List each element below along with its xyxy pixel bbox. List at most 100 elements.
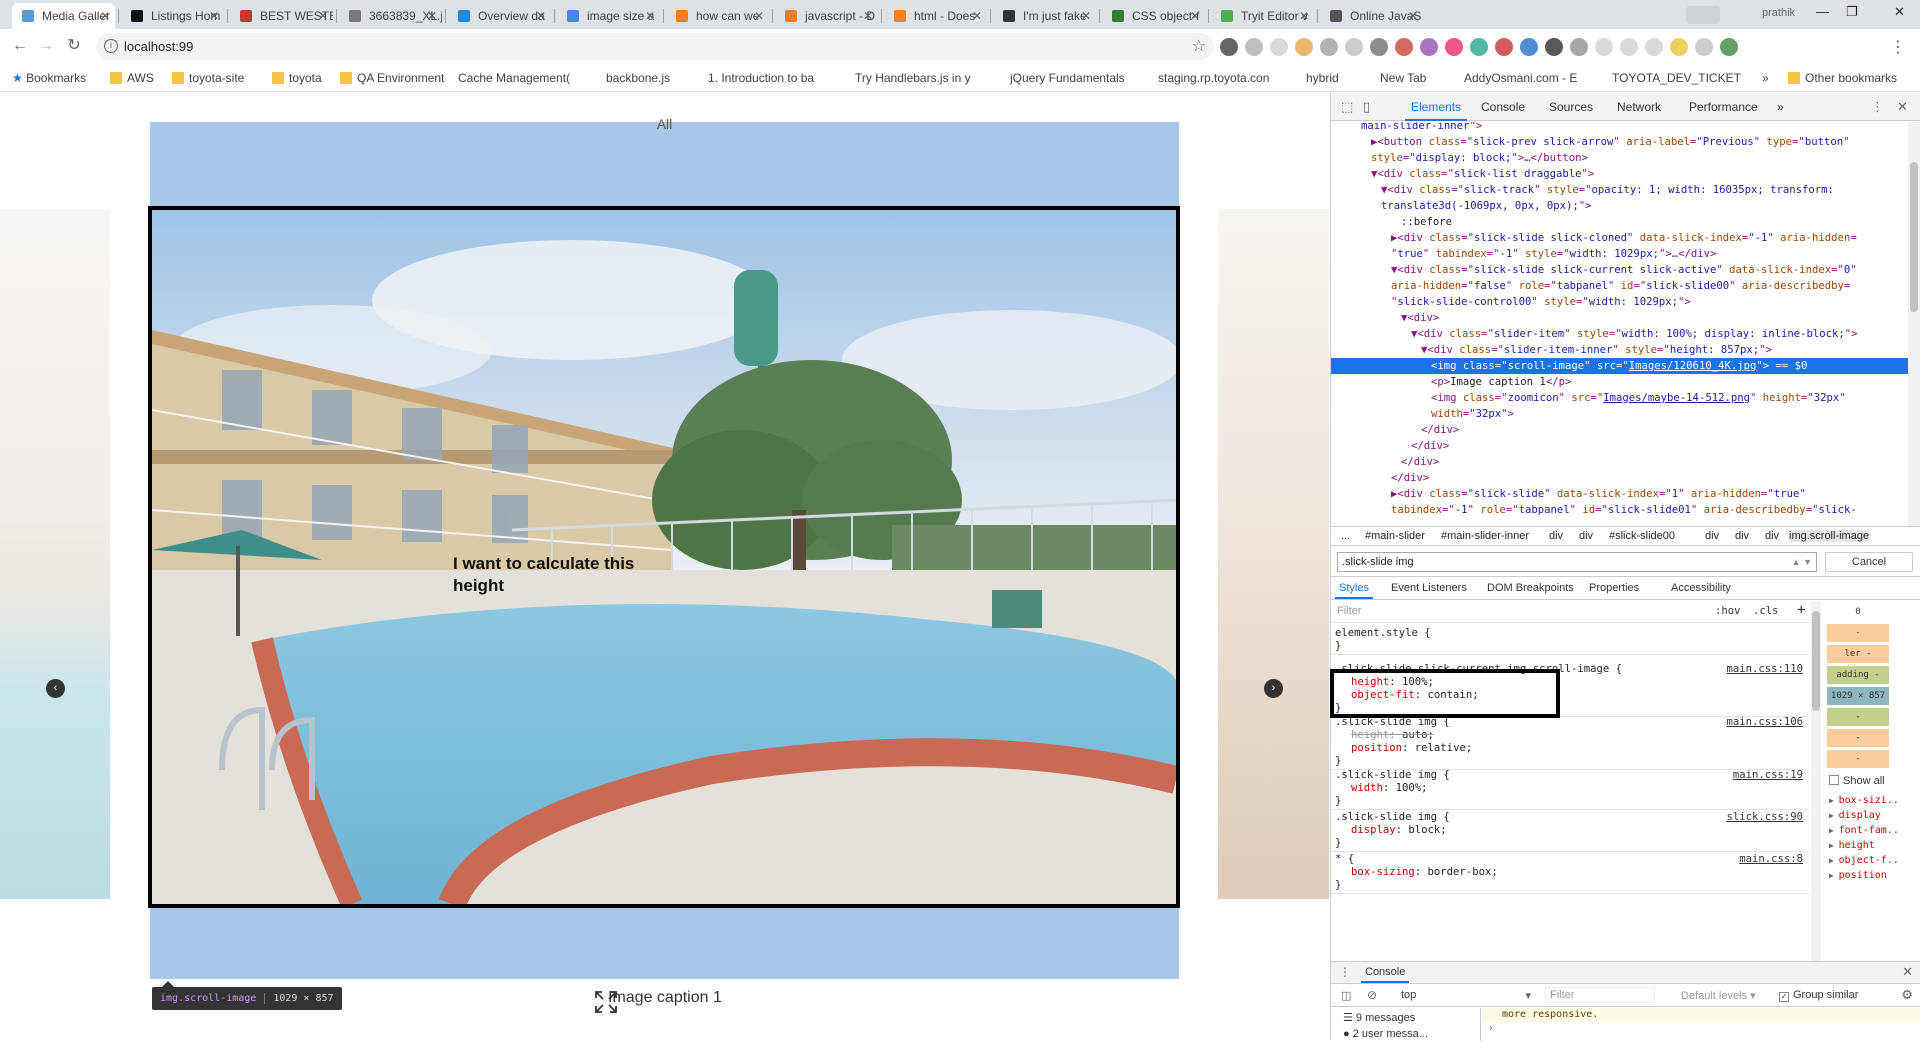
tab-close-icon[interactable]: ✕ — [427, 3, 437, 29]
extension-icon[interactable] — [1595, 38, 1613, 56]
close-window-icon[interactable]: ✕ — [1894, 4, 1905, 20]
bookmark-page[interactable]: TOYOTA_DEV_TICKET — [1612, 71, 1741, 176]
gallery-filter-label[interactable]: All — [150, 116, 1179, 132]
url-text[interactable]: localhost:99 — [124, 39, 193, 54]
dom-node-line[interactable]: "true" tabindex="-1" style="width: 1029p… — [1331, 246, 1909, 262]
dom-node-line[interactable]: ▼<div class="slick-slide slick-current s… — [1331, 262, 1909, 278]
extension-icon[interactable] — [1570, 38, 1588, 56]
tab-close-icon[interactable]: ✕ — [972, 3, 982, 29]
css-rule[interactable]: * {main.css:8 box-sizing: border-box;} — [1331, 851, 1809, 894]
extension-icon[interactable] — [1720, 38, 1738, 56]
dom-node-line[interactable]: </div> — [1331, 454, 1909, 470]
css-selector[interactable]: .slick-slide img { — [1335, 769, 1450, 782]
bookmark-page[interactable]: staging.rp.toyota.con — [1158, 71, 1269, 176]
tab-close-icon[interactable]: ✕ — [863, 3, 873, 29]
class-toggle[interactable]: .cls — [1753, 605, 1779, 617]
dom-node-line[interactable]: tabindex="-1" role="tabpanel" id="slick-… — [1331, 502, 1909, 518]
console-drawer-tab[interactable]: Console — [1360, 966, 1410, 983]
bookmark-page[interactable]: AddyOsmani.com - E — [1464, 71, 1577, 176]
css-selector[interactable]: * { — [1335, 853, 1354, 866]
css-source-link[interactable]: slick.css:90 — [1726, 811, 1803, 824]
group-similar-checkbox[interactable]: ✓ Group similar — [1779, 989, 1858, 1002]
site-info-icon[interactable]: i — [104, 39, 118, 53]
computed-property[interactable]: box-sizi.. — [1829, 793, 1899, 808]
breadcrumb-item[interactable]: #main-slider — [1365, 530, 1425, 542]
browser-tab[interactable]: Media Galler ✕ — [12, 3, 115, 29]
device-toolbar-icon[interactable]: ▯ — [1363, 99, 1370, 115]
dom-node-line[interactable]: <img class="zoomicon" src="Images/maybe-… — [1331, 390, 1909, 406]
styles-scrollbar[interactable] — [1811, 601, 1821, 961]
extension-icon[interactable] — [1395, 38, 1413, 56]
tab-close-icon[interactable]: ✕ — [1190, 3, 1200, 29]
console-context-select[interactable]: top — [1401, 989, 1531, 1002]
dom-tree-scrollbar[interactable] — [1908, 122, 1920, 526]
console-filter-input[interactable]: Filter — [1545, 987, 1655, 1003]
tab-close-icon[interactable]: ✕ — [1299, 3, 1309, 29]
tab-close-icon[interactable]: ✕ — [1081, 3, 1091, 29]
breadcrumb-item[interactable]: img.scroll-image — [1789, 530, 1870, 542]
tab-close-icon[interactable]: ✕ — [536, 3, 546, 29]
dom-node-line[interactable]: ▼<div> — [1331, 310, 1909, 326]
devtools-tab[interactable]: Elements — [1404, 100, 1468, 121]
dom-search-input[interactable]: .slick-slide img ▲ ▼ — [1337, 552, 1817, 572]
css-rule[interactable]: .slick-slide img {main.css:106 height: au… — [1331, 714, 1809, 770]
extension-icon[interactable] — [1645, 38, 1663, 56]
css-selector[interactable]: element.style { — [1335, 627, 1431, 640]
dom-node-line[interactable]: </div> — [1331, 422, 1909, 438]
bookmark-page[interactable]: 1. Introduction to ba — [708, 71, 814, 176]
css-declaration[interactable]: height: auto; — [1351, 729, 1434, 742]
dom-node-line[interactable]: ▼<div class="slick-list draggable"> — [1331, 166, 1909, 182]
console-sidebar-icon[interactable]: ◫ — [1341, 989, 1351, 1002]
bookmark-page[interactable]: hybrid — [1306, 71, 1339, 176]
bookmark-folder[interactable]: AWS — [110, 71, 154, 85]
extension-icon[interactable] — [1270, 38, 1288, 56]
bookmark-star[interactable]: ★ Bookmarks — [12, 71, 86, 85]
bookmark-folder[interactable]: toyota — [272, 71, 322, 85]
browser-tab[interactable]: html - Does ✕ — [884, 3, 987, 29]
breadcrumb-item[interactable]: div — [1705, 530, 1719, 542]
minimize-icon[interactable]: — — [1816, 4, 1829, 19]
bookmark-more[interactable]: » — [1762, 71, 1769, 85]
breadcrumb-item[interactable]: div — [1735, 530, 1749, 542]
computed-property[interactable]: display — [1829, 808, 1881, 823]
console-settings-gear-icon[interactable]: ⚙ — [1901, 987, 1913, 1003]
breadcrumb-item[interactable]: div — [1549, 530, 1563, 542]
extension-icon[interactable] — [1695, 38, 1713, 56]
breadcrumb-item[interactable]: div — [1579, 530, 1593, 542]
css-declaration[interactable]: box-sizing: border-box; — [1351, 866, 1498, 879]
devtools-tab[interactable]: Sources — [1549, 100, 1593, 114]
extension-icon[interactable] — [1620, 38, 1638, 56]
extension-icon[interactable] — [1370, 38, 1388, 56]
dom-node-line[interactable]: </div> — [1331, 470, 1909, 486]
clear-console-icon[interactable]: ⊘ — [1367, 988, 1377, 1002]
css-source-link[interactable]: main.css:19 — [1733, 769, 1803, 782]
extension-icon[interactable] — [1495, 38, 1513, 56]
extension-icon[interactable] — [1295, 38, 1313, 56]
new-tab-button[interactable] — [1686, 6, 1720, 24]
tab-close-icon[interactable]: ✕ — [645, 3, 655, 29]
dom-node-line[interactable]: ::before — [1331, 214, 1909, 230]
bookmark-folder[interactable]: toyota-site — [172, 71, 244, 85]
extension-icon[interactable] — [1445, 38, 1463, 56]
reload-icon[interactable]: ↻ — [64, 36, 84, 56]
extension-icon[interactable] — [1545, 38, 1563, 56]
devtools-menu-icon[interactable]: ⋮ — [1871, 99, 1884, 115]
devtools-tab[interactable]: Network — [1617, 100, 1661, 114]
log-levels-select[interactable]: Default levels ▾ — [1681, 989, 1756, 1002]
search-cancel-button[interactable]: Cancel — [1825, 552, 1913, 572]
dom-node-line[interactable]: style="display: block;">…</button> — [1331, 150, 1909, 166]
extension-icon[interactable] — [1420, 38, 1438, 56]
browser-tab[interactable]: Tryit Editor v ✕ — [1211, 3, 1314, 29]
css-rule[interactable]: element.style {} — [1331, 625, 1809, 655]
browser-tab[interactable]: Listings Hom ✕ — [121, 3, 224, 29]
dom-node-line[interactable]: ▼<div class="slick-track" style="opacity… — [1331, 182, 1909, 198]
show-all-checkbox[interactable]: Show all — [1829, 775, 1885, 787]
restore-icon[interactable]: ❐ — [1846, 4, 1858, 20]
bookmark-page[interactable]: Try Handlebars.js in y — [855, 71, 971, 176]
dom-node-selected[interactable]: <img class="scroll-image" src="Images/12… — [1331, 358, 1909, 374]
drawer-close-icon[interactable]: ✕ — [1902, 964, 1913, 980]
search-up-down-icon[interactable]: ▲ ▼ — [1792, 553, 1812, 571]
css-selector[interactable]: .slick-slide img { — [1335, 811, 1450, 824]
extension-icon[interactable] — [1670, 38, 1688, 56]
devtools-tab[interactable]: » — [1777, 100, 1784, 114]
